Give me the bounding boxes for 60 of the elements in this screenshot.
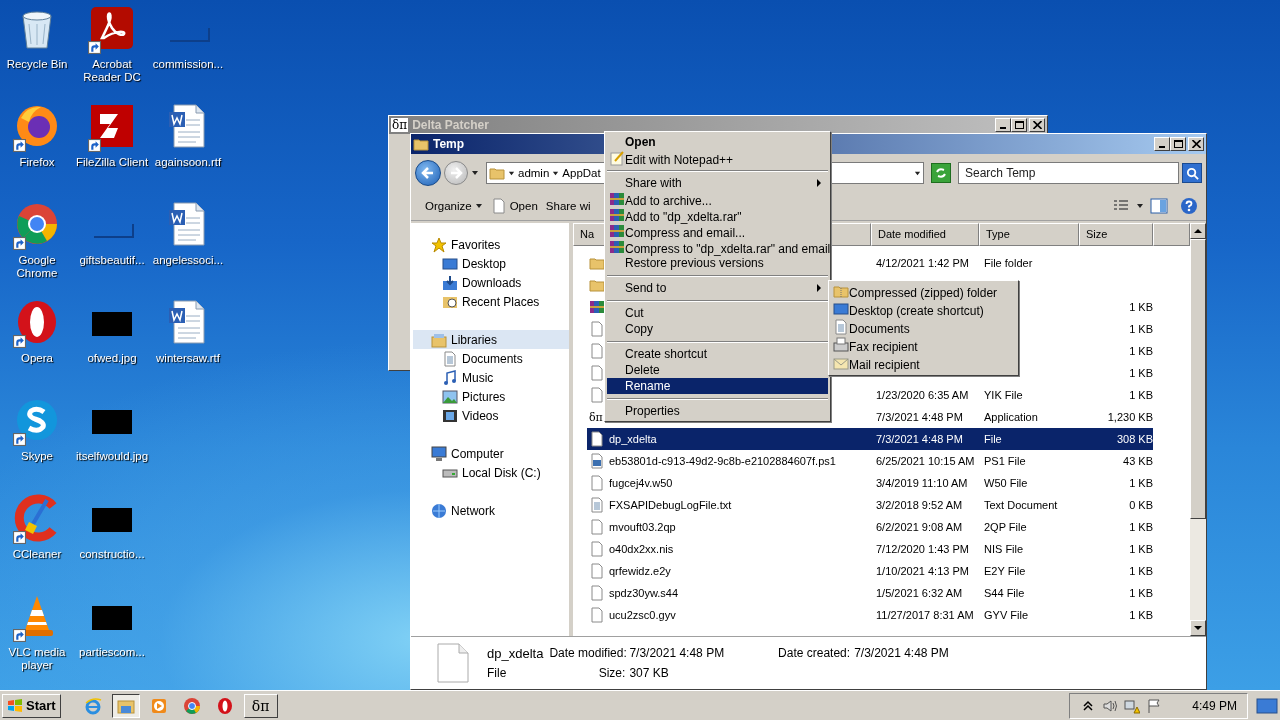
size-cell: 1 KB bbox=[1129, 345, 1153, 357]
field-label: Size: bbox=[597, 666, 626, 680]
size-cell: 1 KB bbox=[1129, 565, 1153, 577]
size-cell: 1,230 KB bbox=[1107, 411, 1153, 423]
type-cell: NIS File bbox=[984, 543, 1024, 555]
date-cell: 6/25/2021 10:15 AM bbox=[876, 455, 975, 467]
size-cell: 1 KB bbox=[1129, 543, 1153, 555]
size-cell: 1 KB bbox=[1129, 389, 1153, 401]
file-name: qrfewidz.e2y bbox=[609, 565, 671, 577]
type-cell: File bbox=[984, 433, 1002, 445]
size-cell: 1 KB bbox=[1129, 521, 1153, 533]
type-cell: W50 File bbox=[984, 477, 1028, 489]
file-name: dp_xdelta bbox=[487, 645, 544, 661]
type-cell: Application bbox=[984, 411, 1038, 423]
date-cell: 3/4/2019 11:10 AM bbox=[876, 477, 968, 489]
file-name: mvouft03.2qp bbox=[609, 521, 676, 533]
size-cell: 1 KB bbox=[1129, 367, 1153, 379]
size-cell: 308 KB bbox=[1116, 433, 1153, 445]
field-value: 307 KB bbox=[629, 666, 669, 680]
date-cell: 7/12/2020 1:43 PM bbox=[876, 543, 969, 555]
type-cell: E2Y File bbox=[984, 565, 1026, 577]
file-name: o40dx2xx.nis bbox=[609, 543, 674, 555]
file-name: ucu2zsc0.gyv bbox=[609, 609, 676, 621]
type-cell: S44 File bbox=[984, 587, 1025, 599]
field-value: 7/3/2021 4:48 PM bbox=[629, 646, 725, 660]
size-cell: 0 KB bbox=[1129, 499, 1153, 511]
size-cell: 1 KB bbox=[1129, 587, 1153, 599]
size-cell: 1 KB bbox=[1129, 477, 1153, 489]
file-type: File bbox=[487, 666, 508, 680]
date-cell: 7/3/2021 4:48 PM bbox=[876, 433, 963, 445]
type-cell: GYV File bbox=[984, 609, 1028, 621]
window-title: Temp bbox=[433, 137, 465, 151]
date-cell: 7/3/2021 4:48 PM bbox=[876, 411, 963, 423]
type-cell: 2QP File bbox=[984, 521, 1027, 533]
file-name: dp_xdelta bbox=[609, 433, 657, 445]
date-cell: 6/2/2021 9:08 AM bbox=[876, 521, 963, 533]
field-label: Date created: bbox=[777, 646, 851, 660]
date-cell: 1/10/2021 4:13 PM bbox=[876, 565, 969, 577]
size-cell: 1 KB bbox=[1129, 323, 1153, 335]
size-cell: 1 KB bbox=[1129, 609, 1153, 621]
field-value: 7/3/2021 4:48 PM bbox=[854, 646, 949, 660]
size-cell: 43 KB bbox=[1123, 455, 1153, 467]
file-name: spdz30yw.s44 bbox=[609, 587, 679, 599]
type-cell: File folder bbox=[984, 257, 1033, 269]
window-title: Delta Patcher bbox=[412, 118, 489, 132]
file-name: eb53801d-c913-49d2-9c8b-e2102884607f.ps1 bbox=[609, 455, 836, 467]
date-cell: 4/12/2021 1:42 PM bbox=[876, 257, 969, 269]
app-icon: δπ bbox=[589, 410, 603, 424]
size-cell: 1 KB bbox=[1129, 301, 1153, 313]
date-cell: 1/5/2021 6:32 AM bbox=[876, 587, 963, 599]
type-cell: PS1 File bbox=[984, 455, 1026, 467]
file-name: fugcej4v.w50 bbox=[609, 477, 673, 489]
field-label: Date modified: bbox=[549, 646, 626, 660]
type-cell: Text Document bbox=[984, 499, 1058, 511]
date-cell: 11/27/2017 8:31 AM bbox=[876, 609, 974, 621]
date-cell: 1/23/2020 6:35 AM bbox=[876, 389, 969, 401]
app-icon: δπ bbox=[391, 118, 409, 132]
type-cell: YIK File bbox=[984, 389, 1023, 401]
file-name: FXSAPIDebugLogFile.txt bbox=[609, 499, 732, 511]
date-cell: 3/2/2018 9:52 AM bbox=[876, 499, 963, 511]
